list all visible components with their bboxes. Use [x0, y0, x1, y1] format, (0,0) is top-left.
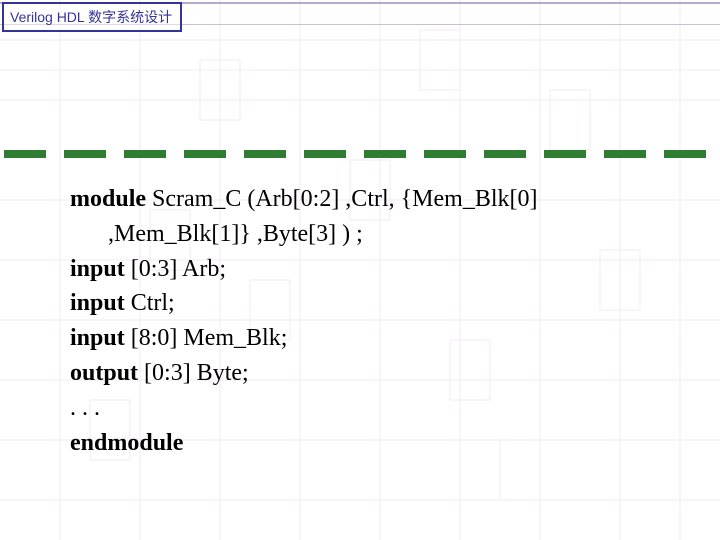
code-line-7: . . .	[70, 391, 670, 426]
code-line-1: module Scram_C (Arb[0:2] ,Ctrl, {Mem_Blk…	[70, 182, 670, 217]
code-l1-rest: Scram_C (Arb[0:2] ,Ctrl, {Mem_Blk[0]	[146, 186, 537, 212]
green-dashed-rule	[0, 150, 720, 158]
code-l4-rest: Ctrl;	[125, 290, 175, 316]
code-line-8: endmodule	[70, 426, 670, 461]
code-line-6: output [0:3] Byte;	[70, 356, 670, 391]
code-line-2: ,Mem_Blk[1]} ,Byte[3] ) ;	[70, 217, 670, 252]
code-line-3: input [0:3] Arb;	[70, 252, 670, 287]
code-line-5: input [8:0] Mem_Blk;	[70, 321, 670, 356]
code-l3-rest: [0:3] Arb;	[125, 256, 226, 282]
kw-input-3: input	[70, 325, 125, 351]
header-tab-text: Verilog HDL 数字系统设计	[10, 9, 172, 25]
kw-endmodule: endmodule	[70, 430, 183, 456]
code-block: module Scram_C (Arb[0:2] ,Ctrl, {Mem_Blk…	[70, 182, 670, 460]
kw-output: output	[70, 360, 138, 386]
code-l6-rest: [0:3] Byte;	[138, 360, 249, 386]
kw-input-1: input	[70, 256, 125, 282]
code-line-4: input Ctrl;	[70, 286, 670, 321]
code-l5-rest: [8:0] Mem_Blk;	[125, 325, 288, 351]
header-tab: Verilog HDL 数字系统设计	[2, 2, 182, 32]
slide: Verilog HDL 数字系统设计 module Scram_C (Arb[0…	[0, 0, 720, 540]
kw-input-2: input	[70, 290, 125, 316]
kw-module: module	[70, 186, 146, 212]
